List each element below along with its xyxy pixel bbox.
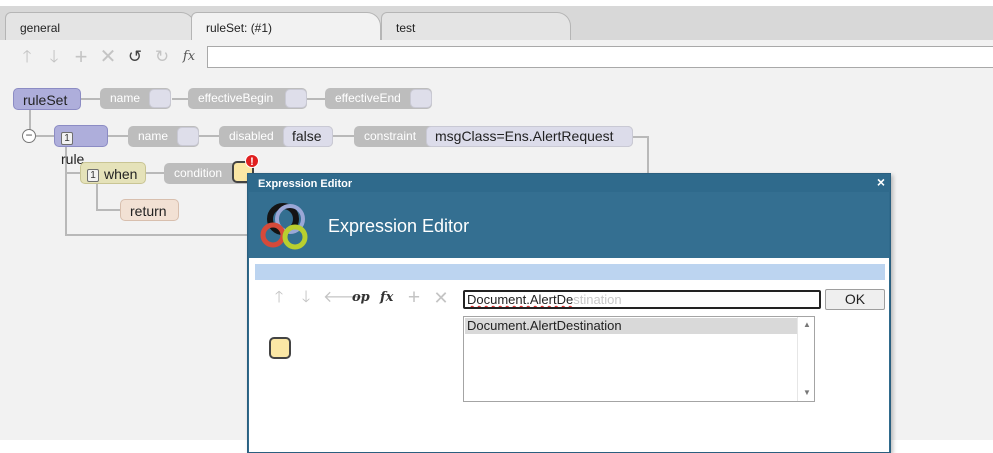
logo-icon xyxy=(260,203,308,250)
when-index: 1 xyxy=(87,169,99,182)
connector xyxy=(36,135,54,137)
constraint-value[interactable]: msgClass=Ens.AlertRequest xyxy=(426,126,633,147)
connector xyxy=(108,135,128,137)
expression-slot[interactable] xyxy=(269,337,291,359)
suggestion-list[interactable]: Document.AlertDestination ▲ ▼ xyxy=(463,316,815,402)
connector xyxy=(80,98,100,100)
tab-test[interactable]: test xyxy=(381,12,571,40)
suggestion-item[interactable]: Document.AlertDestination xyxy=(465,318,797,334)
when-node[interactable]: 1 when xyxy=(80,162,146,184)
ok-button[interactable]: OK xyxy=(825,289,885,310)
return-node[interactable]: return xyxy=(120,199,179,221)
close-icon[interactable]: ✕ xyxy=(431,288,451,308)
tab-general[interactable]: general xyxy=(5,12,195,40)
error-icon: ! xyxy=(245,154,259,168)
prop-label: condition xyxy=(174,166,223,180)
operator-button[interactable]: op xyxy=(352,288,370,308)
dialog-heading: Expression Editor xyxy=(328,216,470,236)
connector xyxy=(172,98,188,100)
dialog-header: Expression Editor xyxy=(249,192,889,258)
connector xyxy=(647,136,649,174)
tab-ruleset[interactable]: ruleSet: (#1) xyxy=(191,12,381,41)
ruleset-label: ruleSet xyxy=(23,92,68,108)
tab-label: ruleSet: (#1) xyxy=(206,21,273,35)
close-icon[interactable]: × xyxy=(874,175,888,189)
ruleset-node[interactable]: ruleSet xyxy=(13,88,81,110)
when-label: when xyxy=(104,166,138,182)
rule-index: 1 xyxy=(61,132,73,145)
arrow-down-icon[interactable]: 🡓 xyxy=(44,47,64,67)
typed-text: Document.AlertDe xyxy=(467,292,574,307)
arrow-down-icon[interactable]: 🡓 xyxy=(296,288,316,308)
connector xyxy=(65,172,80,174)
connector xyxy=(633,136,648,138)
scrollbar[interactable]: ▲ ▼ xyxy=(797,317,814,401)
dialog-body: 🡑 🡓 🡐 op fx + ✕ Document.AlertDestinatio… xyxy=(249,258,889,452)
tab-strip: general ruleSet: (#1) test xyxy=(0,0,993,41)
connector xyxy=(307,98,325,100)
disabled-value[interactable]: false xyxy=(283,126,333,147)
function-button[interactable]: fx xyxy=(380,288,393,308)
effective-end-slot[interactable] xyxy=(410,89,432,108)
prop-label: effectiveBegin xyxy=(198,91,274,105)
prop-label: disabled xyxy=(229,129,274,143)
connector xyxy=(96,209,120,211)
tab-label: general xyxy=(20,21,61,35)
connector xyxy=(199,135,219,137)
collapse-icon[interactable]: − xyxy=(22,129,36,143)
message-bar xyxy=(255,264,885,280)
connector xyxy=(96,184,98,210)
arrow-up-icon[interactable]: 🡑 xyxy=(17,47,37,67)
tab-label: test xyxy=(396,21,416,35)
rule-name-slot[interactable] xyxy=(177,127,199,146)
prop-label: effectiveEnd xyxy=(335,91,401,105)
prop-label: name xyxy=(138,129,169,143)
dialog-title: Expression Editor xyxy=(258,178,353,190)
redo-icon[interactable]: ↻ xyxy=(152,47,172,67)
plus-icon[interactable]: + xyxy=(71,46,91,68)
connector xyxy=(65,234,249,236)
rule-node[interactable]: 1rule xyxy=(54,125,108,167)
arrow-up-icon[interactable]: 🡑 xyxy=(269,288,289,308)
prop-label: name xyxy=(110,91,141,105)
autocomplete-hint: stination xyxy=(573,292,622,307)
prop-label: constraint xyxy=(364,129,417,143)
connector xyxy=(146,172,164,174)
formula-input[interactable] xyxy=(207,46,993,68)
ruleset-name-slot[interactable] xyxy=(149,89,171,108)
effective-begin-slot[interactable] xyxy=(285,89,307,108)
plus-icon[interactable]: + xyxy=(404,287,424,308)
expression-input[interactable]: Document.AlertDestination xyxy=(463,290,821,309)
fx-icon[interactable]: fx xyxy=(179,47,199,67)
scroll-down-icon[interactable]: ▼ xyxy=(802,388,812,398)
close-icon[interactable]: ✕ xyxy=(98,47,118,67)
return-label: return xyxy=(130,203,167,219)
expression-editor-dialog: Expression Editor × Expression Editor 🡑 … xyxy=(247,173,891,453)
connector xyxy=(333,135,354,137)
arrow-left-icon[interactable]: 🡐 xyxy=(323,288,366,308)
scroll-up-icon[interactable]: ▲ xyxy=(802,320,812,330)
undo-icon[interactable]: ↺ xyxy=(125,47,145,67)
connector xyxy=(29,110,31,130)
